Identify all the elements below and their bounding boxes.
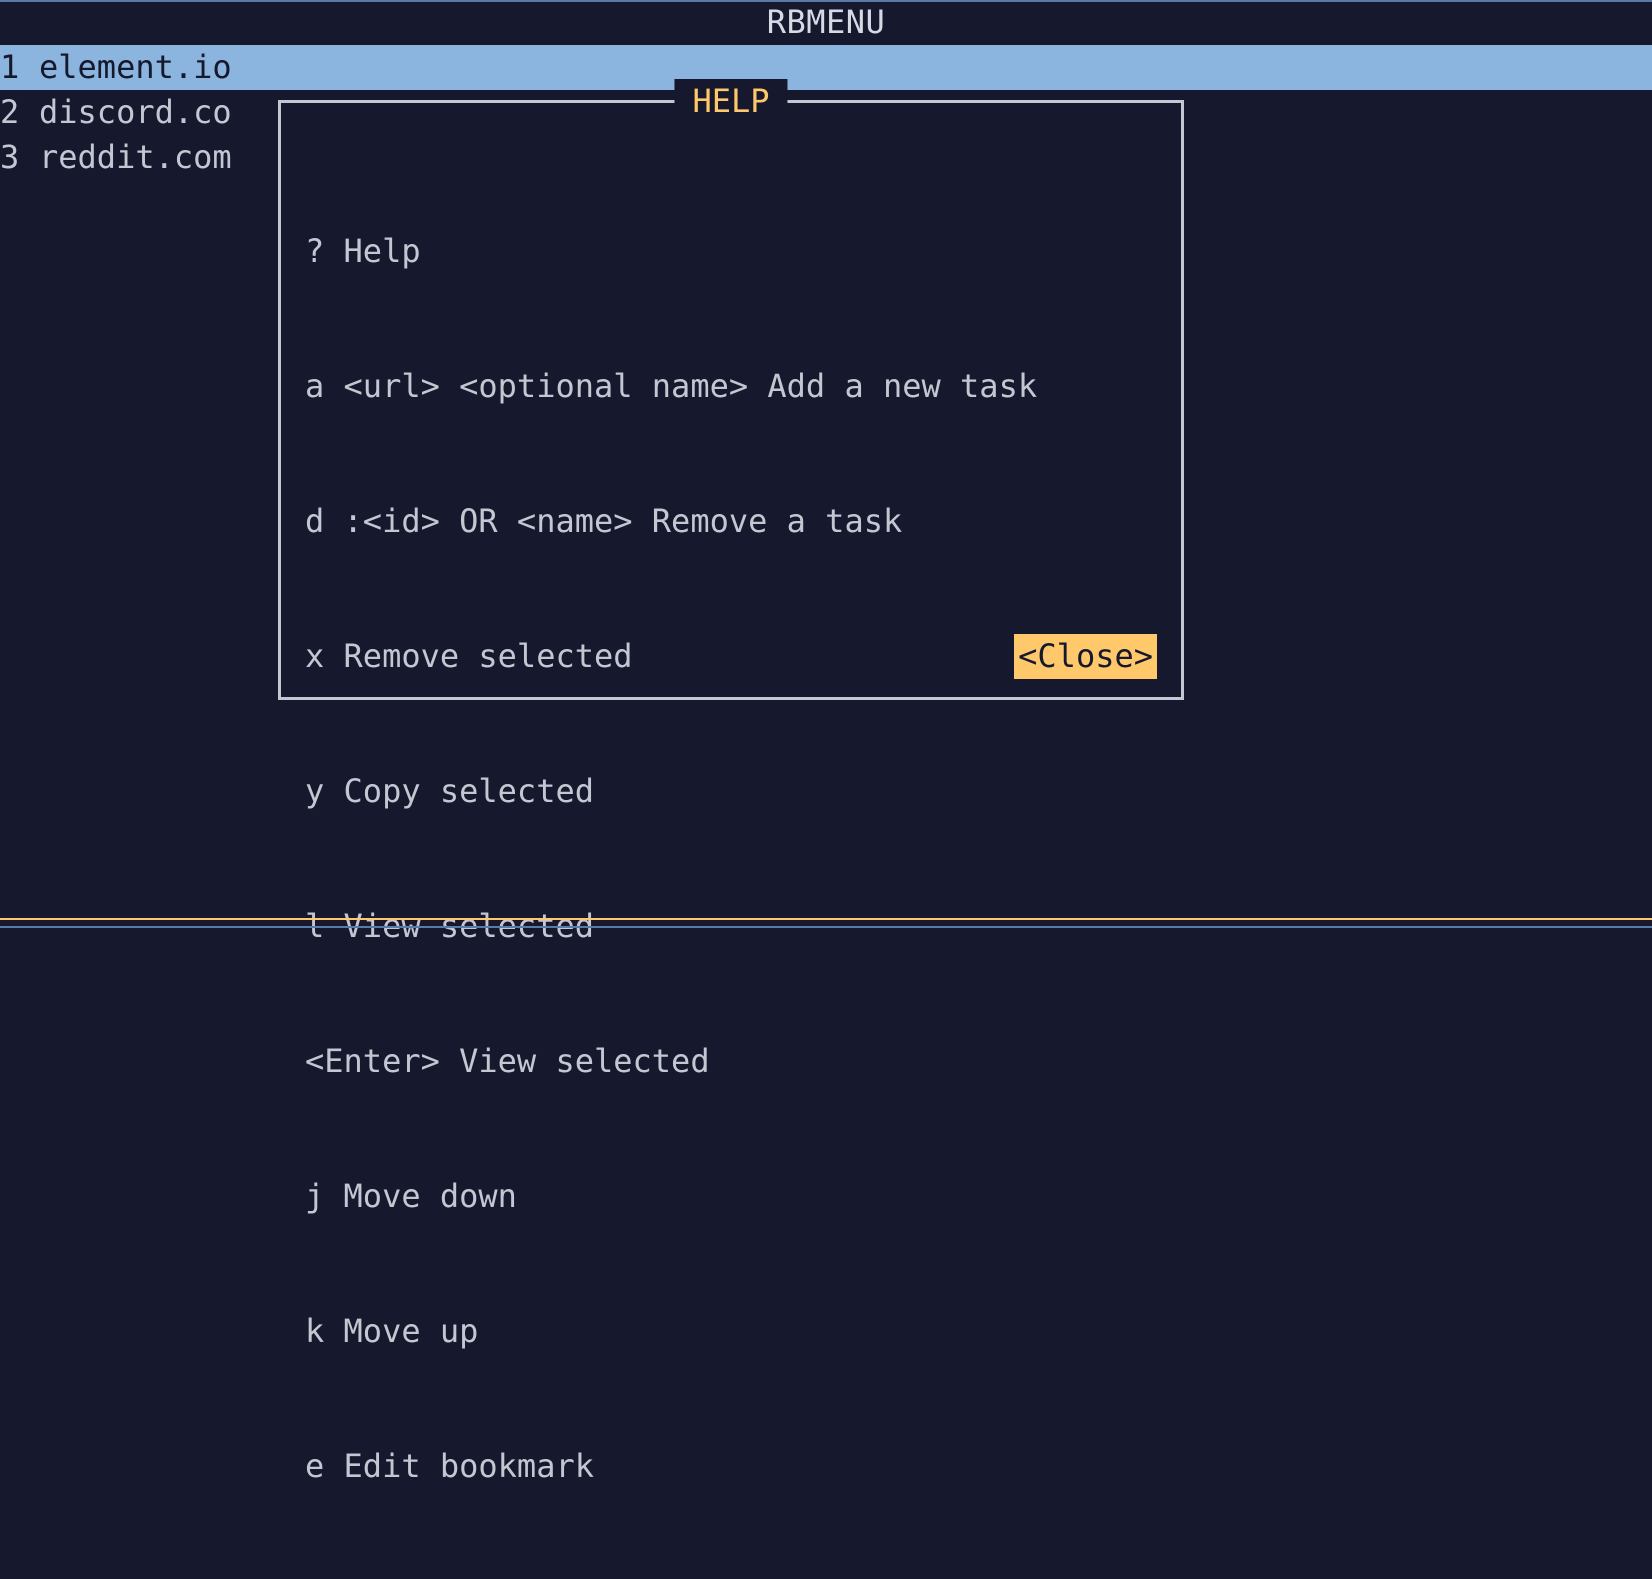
help-line: ? Help (305, 229, 1157, 274)
list-item-index: 3 (0, 135, 20, 180)
help-body: ? Help a <url> <optional name> Add a new… (305, 139, 1157, 1579)
list-item-label: reddit.com (39, 135, 232, 180)
help-dialog: HELP ? Help a <url> <optional name> Add … (278, 100, 1184, 700)
help-line: k Move up (305, 1309, 1157, 1354)
list-item-label: discord.co (39, 90, 232, 135)
list-item-index: 2 (0, 90, 20, 135)
list-item[interactable]: 1 element.io (0, 45, 1652, 90)
help-dialog-title: HELP (674, 79, 787, 124)
list-item-label: element.io (39, 45, 232, 90)
help-line: a <url> <optional name> Add a new task (305, 364, 1157, 409)
app-title: RBMENU (0, 0, 1652, 45)
close-button[interactable]: <Close> (1014, 634, 1157, 679)
status-separator (0, 918, 1652, 920)
help-line: <Enter> View selected (305, 1039, 1157, 1084)
list-item-index: 1 (0, 45, 20, 90)
help-line: d :<id> OR <name> Remove a task (305, 499, 1157, 544)
help-line: y Copy selected (305, 769, 1157, 814)
help-line: j Move down (305, 1174, 1157, 1219)
help-line: e Edit bookmark (305, 1444, 1157, 1489)
window-top-edge (0, 0, 1652, 2)
